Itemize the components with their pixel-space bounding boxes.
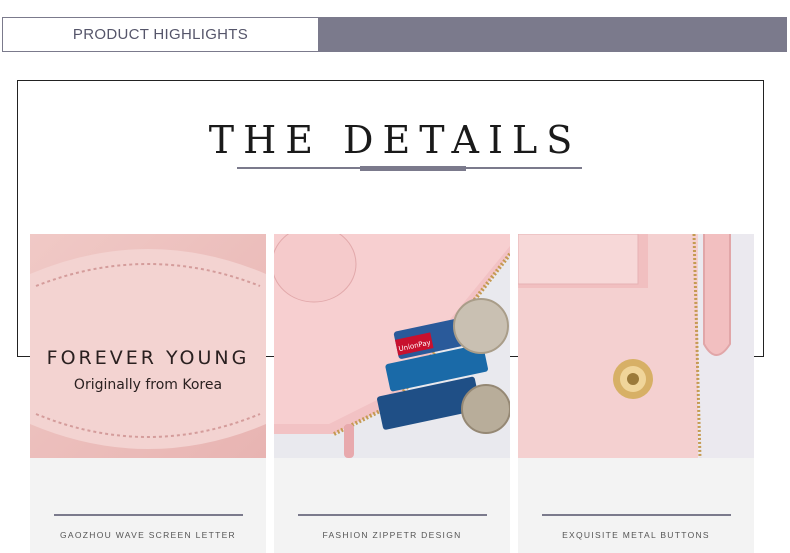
detail-card-zipper: UnionPay FASHION ZIPPETR DESIGN [274,234,510,553]
product-highlights-tab: PRODUCT HIGHLIGHTS [2,17,319,52]
detail-caption: FASHION ZIPPETR DESIGN [322,530,462,540]
caption-rule [54,514,243,516]
detail-photo-buttons [518,234,754,458]
emboss-line2: Originally from Korea [74,377,222,393]
detail-caption: GAOZHOU WAVE SCREEN LETTER [60,530,236,540]
detail-photo-zipper: UnionPay [274,234,510,458]
highlights-bar-fill [319,17,787,52]
detail-card-letter: FOREVER YOUNG Originally from Korea GAOZ… [30,234,266,553]
product-highlights-bar: PRODUCT HIGHLIGHTS [2,17,787,52]
product-highlights-label: PRODUCT HIGHLIGHTS [72,26,249,43]
section-title: THE DETAILS [208,118,582,162]
caption-rule [298,514,487,516]
detail-card-buttons: EXQUISITE METAL BUTTONS [518,234,754,553]
caption-rule [542,514,731,516]
emboss-line1: FOREVER YOUNG [47,347,250,369]
detail-photo-letter: FOREVER YOUNG Originally from Korea [30,234,266,458]
detail-caption: EXQUISITE METAL BUTTONS [562,530,710,540]
title-underline-accent [360,166,466,171]
